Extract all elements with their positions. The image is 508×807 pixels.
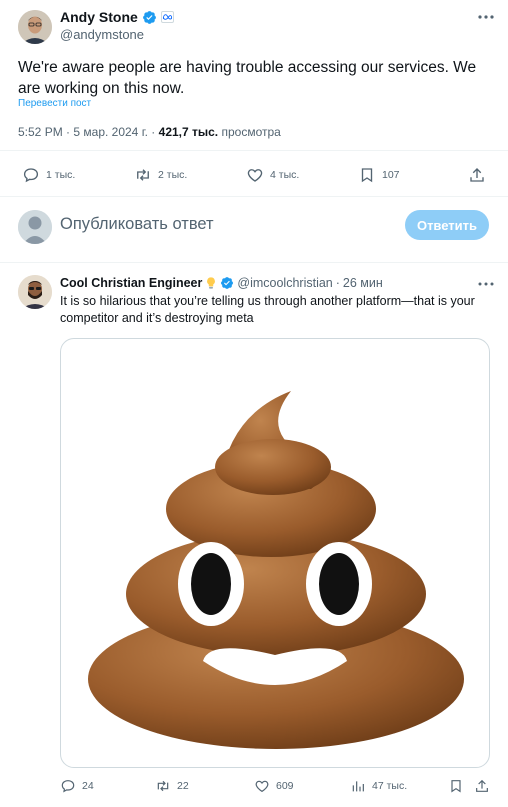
bookmark-button[interactable]: 107 xyxy=(358,166,400,184)
like-icon xyxy=(255,780,269,793)
views-icon xyxy=(352,781,364,792)
repost-button[interactable]: 2 тыс. xyxy=(134,166,187,184)
bookmark-count: 107 xyxy=(382,169,400,181)
reply-media-image[interactable] xyxy=(60,338,490,768)
tweet-actions: 1 тыс. 2 тыс. 4 тыс. 107 xyxy=(0,160,508,190)
bulb-icon xyxy=(205,276,217,290)
reply-views-button[interactable]: 47 тыс. xyxy=(350,778,407,794)
views-label: просмотра xyxy=(221,125,281,139)
verified-badge-icon xyxy=(142,10,157,25)
divider xyxy=(0,196,508,197)
reply-like-count: 609 xyxy=(276,780,294,792)
repost-icon xyxy=(157,780,169,792)
bookmark-icon xyxy=(361,168,373,183)
reply-like-button[interactable]: 609 xyxy=(254,778,294,794)
reply-repost-count: 22 xyxy=(177,780,189,792)
verified-badge-icon xyxy=(220,276,234,290)
views-count: 421,7 тыс. xyxy=(158,125,219,139)
poop-emoji-image xyxy=(88,391,464,749)
reply-author-name[interactable]: Cool Christian Engineer xyxy=(60,276,202,290)
user-avatar[interactable] xyxy=(18,210,52,244)
reply-actions: 24 22 609 47 тыс. xyxy=(0,776,508,800)
reply-author-avatar[interactable] xyxy=(18,275,52,309)
author-avatar[interactable] xyxy=(18,10,52,44)
share-button[interactable] xyxy=(468,166,486,184)
like-button[interactable]: 4 тыс. xyxy=(246,166,299,184)
like-count: 4 тыс. xyxy=(270,169,300,181)
reply-header: Cool Christian Engineer @imcoolchristian… xyxy=(60,276,383,290)
reply-bookmark-button[interactable] xyxy=(448,778,464,794)
share-icon xyxy=(476,779,488,792)
reply-reply-button[interactable]: 24 xyxy=(60,778,94,794)
author-name-row: Andy Stone xyxy=(60,9,174,25)
reply-reply-count: 24 xyxy=(82,780,94,792)
translate-link[interactable]: Перевести пост xyxy=(18,98,91,109)
meta-affiliate-icon[interactable] xyxy=(160,11,174,23)
reply-views-count: 47 тыс. xyxy=(372,780,408,792)
tweet-meta: 5:52 PM · 5 мар. 2024 г. · 421,7 тыс. пр… xyxy=(18,125,281,139)
reply-count: 1 тыс. xyxy=(46,169,76,181)
reply-icon xyxy=(23,168,39,183)
divider xyxy=(0,150,508,151)
reply-button[interactable]: 1 тыс. xyxy=(22,166,75,184)
repost-count: 2 тыс. xyxy=(158,169,188,181)
more-icon[interactable] xyxy=(476,10,496,24)
reply-author-handle[interactable]: @imcoolchristian xyxy=(237,276,332,290)
reply-icon xyxy=(61,780,75,793)
tweet-date[interactable]: 5 мар. 2024 г. xyxy=(73,125,148,139)
tweet-time[interactable]: 5:52 PM xyxy=(18,125,63,139)
meta-separator: · xyxy=(151,125,159,139)
reply-repost-button[interactable]: 22 xyxy=(155,778,189,794)
author-handle[interactable]: @andymstone xyxy=(60,27,144,42)
reply-share-button[interactable] xyxy=(474,778,490,794)
tweet-text: We're aware people are having trouble ac… xyxy=(18,59,477,97)
like-icon xyxy=(247,169,263,182)
divider xyxy=(0,262,508,263)
reply-text: It is so hilarious that you’re telling u… xyxy=(60,294,475,325)
reply-submit-button[interactable]: Ответить xyxy=(405,210,489,240)
meta-separator: · xyxy=(335,276,340,290)
repost-icon xyxy=(137,169,149,181)
more-icon[interactable] xyxy=(476,278,496,290)
reply-input[interactable]: Опубликовать ответ xyxy=(60,215,214,234)
author-name[interactable]: Andy Stone xyxy=(60,9,138,25)
reply-time[interactable]: 26 мин xyxy=(343,276,383,290)
share-icon xyxy=(470,168,484,182)
bookmark-icon xyxy=(451,780,461,793)
